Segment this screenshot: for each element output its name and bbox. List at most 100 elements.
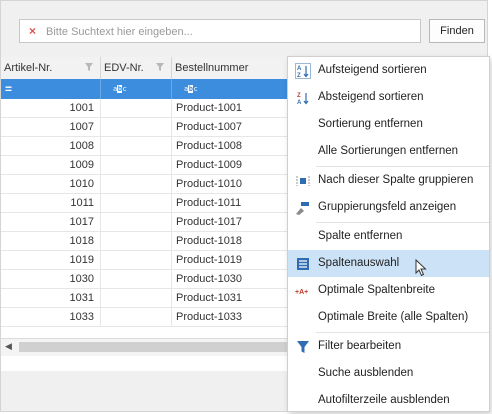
search-input[interactable]	[44, 22, 418, 42]
cell-edv-nr[interactable]	[101, 137, 172, 155]
menu-item-sort-descending[interactable]: Z A Absteigend sortieren	[288, 84, 489, 111]
cell-artikel-nr[interactable]: 1030	[1, 270, 101, 288]
table-row[interactable]: 1009 Product-1009	[1, 156, 301, 175]
cell-artikel-nr[interactable]: 1031	[1, 289, 101, 307]
clear-search-icon[interactable]: ×	[29, 24, 36, 38]
cell-edv-nr[interactable]	[101, 175, 172, 193]
menu-item-edit-filter[interactable]: Filter bearbeiten	[288, 333, 489, 360]
column-header-edv-nr[interactable]: EDV-Nr.	[101, 57, 172, 79]
mouse-pointer-icon	[415, 259, 427, 277]
scrollbar-thumb[interactable]	[19, 342, 289, 352]
menu-item-label: Gruppierungsfeld anzeigen	[318, 201, 457, 213]
sort-descending-icon: Z A	[297, 93, 309, 106]
svg-text:A: A	[297, 66, 302, 72]
menu-item-label: Alle Sortierungen entfernen	[318, 145, 459, 157]
menu-item-label: Sortierung entfernen	[318, 118, 423, 130]
column-header-bestellnummer[interactable]: Bestellnummer	[172, 57, 301, 79]
table-row[interactable]: 1017 Product-1017	[1, 213, 301, 232]
table-row[interactable]: 1033 Product-1033	[1, 308, 301, 327]
table-row[interactable]: 1007 Product-1007	[1, 118, 301, 137]
find-button[interactable]: Finden	[429, 19, 485, 43]
cell-bestellnummer[interactable]: Product-1001	[172, 99, 301, 117]
menu-item-label: Aufsteigend sortieren	[318, 64, 427, 76]
column-context-menu: A Z Aufsteigend sortieren Z A Absteigend…	[287, 56, 490, 412]
cell-edv-nr[interactable]	[101, 308, 172, 326]
cell-bestellnummer[interactable]: Product-1011	[172, 194, 301, 212]
filter-icon	[297, 341, 309, 353]
table-row[interactable]: 1019 Product-1019	[1, 251, 301, 270]
abc-icon[interactable]: abc	[113, 84, 127, 94]
menu-item-column-chooser[interactable]: Spaltenauswahl	[288, 250, 489, 277]
menu-item-clear-all-sorting[interactable]: Alle Sortierungen entfernen	[288, 138, 489, 165]
cell-edv-nr[interactable]	[101, 118, 172, 136]
cell-edv-nr[interactable]	[101, 270, 172, 288]
menu-item-label: Optimale Breite (alle Spalten)	[318, 311, 469, 323]
svg-text:A: A	[297, 100, 302, 106]
cell-bestellnummer[interactable]: Product-1007	[172, 118, 301, 136]
table-row[interactable]: 1031 Product-1031	[1, 289, 301, 308]
menu-item-hide-autofilter-row[interactable]: Autofilterzeile ausblenden	[288, 387, 489, 414]
column-header-artikel-nr[interactable]: Artikel-Nr.	[1, 57, 101, 79]
table-row[interactable]: 1008 Product-1008	[1, 137, 301, 156]
cell-bestellnummer[interactable]: Product-1019	[172, 251, 301, 269]
menu-item-group-by-column[interactable]: Nach dieser Spalte gruppieren	[288, 167, 489, 194]
abc-icon[interactable]: abc	[184, 84, 198, 94]
cell-artikel-nr[interactable]: 1001	[1, 99, 101, 117]
table-row[interactable]: 1001 Product-1001	[1, 99, 301, 118]
cell-edv-nr[interactable]	[101, 194, 172, 212]
cell-edv-nr[interactable]	[101, 156, 172, 174]
filter-funnel-icon[interactable]	[155, 62, 165, 72]
cell-edv-nr[interactable]	[101, 251, 172, 269]
horizontal-scrollbar[interactable]: ◀	[1, 338, 301, 356]
svg-text:Z: Z	[297, 73, 301, 79]
cell-artikel-nr[interactable]: 1010	[1, 175, 101, 193]
svg-text:+A+: +A+	[295, 289, 308, 296]
menu-item-clear-sorting[interactable]: Sortierung entfernen	[288, 111, 489, 138]
cell-bestellnummer[interactable]: Product-1008	[172, 137, 301, 155]
equals-condition-icon[interactable]: =	[5, 82, 12, 96]
menu-item-remove-column[interactable]: Spalte entfernen	[288, 223, 489, 250]
cell-artikel-nr[interactable]: 1019	[1, 251, 101, 269]
cell-artikel-nr[interactable]: 1008	[1, 137, 101, 155]
sort-ascending-icon: A Z	[295, 63, 311, 79]
cell-artikel-nr[interactable]: 1017	[1, 213, 101, 231]
menu-item-label: Absteigend sortieren	[318, 91, 424, 103]
column-header-label: Bestellnummer	[175, 62, 249, 74]
cell-bestellnummer[interactable]: Product-1018	[172, 232, 301, 250]
cell-artikel-nr[interactable]: 1009	[1, 156, 101, 174]
autofilter-cell-bestellnummer[interactable]: abc	[172, 79, 301, 99]
cell-bestellnummer[interactable]: Product-1009	[172, 156, 301, 174]
menu-item-hide-search[interactable]: Suche ausblenden	[288, 360, 489, 387]
menu-item-show-group-panel[interactable]: Gruppierungsfeld anzeigen	[288, 194, 489, 221]
cell-bestellnummer[interactable]: Product-1017	[172, 213, 301, 231]
column-header-label: EDV-Nr.	[104, 62, 144, 74]
cell-artikel-nr[interactable]: 1033	[1, 308, 101, 326]
cell-bestellnummer[interactable]: Product-1030	[172, 270, 301, 288]
autofilter-row[interactable]: = abc abc	[1, 79, 301, 99]
cell-artikel-nr[interactable]: 1018	[1, 232, 101, 250]
cell-artikel-nr[interactable]: 1007	[1, 118, 101, 136]
menu-item-sort-ascending[interactable]: A Z Aufsteigend sortieren	[288, 57, 489, 84]
autofilter-cell-edv-nr[interactable]: abc	[101, 79, 172, 99]
cell-edv-nr[interactable]	[101, 99, 172, 117]
table-row[interactable]: 1010 Product-1010	[1, 175, 301, 194]
table-row[interactable]: 1011 Product-1011	[1, 194, 301, 213]
cell-artikel-nr[interactable]: 1011	[1, 194, 101, 212]
menu-item-label: Filter bearbeiten	[318, 340, 402, 352]
cell-edv-nr[interactable]	[101, 213, 172, 231]
menu-item-best-fit-all-columns[interactable]: Optimale Breite (alle Spalten)	[288, 304, 489, 331]
table-row[interactable]: 1018 Product-1018	[1, 232, 301, 251]
search-box[interactable]: ×	[19, 19, 421, 43]
autofilter-cell-artikel-nr[interactable]: =	[1, 79, 101, 99]
filter-funnel-icon[interactable]	[84, 62, 94, 72]
scroll-left-icon[interactable]: ◀	[5, 341, 12, 352]
menu-item-best-fit[interactable]: +A+ Optimale Spaltenbreite	[288, 277, 489, 304]
cell-edv-nr[interactable]	[101, 289, 172, 307]
menu-item-label: Spaltenauswahl	[318, 257, 400, 269]
menu-item-label: Suche ausblenden	[318, 367, 414, 379]
cell-bestellnummer[interactable]: Product-1010	[172, 175, 301, 193]
cell-bestellnummer[interactable]: Product-1031	[172, 289, 301, 307]
cell-edv-nr[interactable]	[101, 232, 172, 250]
cell-bestellnummer[interactable]: Product-1033	[172, 308, 301, 326]
table-row[interactable]: 1030 Product-1030	[1, 270, 301, 289]
